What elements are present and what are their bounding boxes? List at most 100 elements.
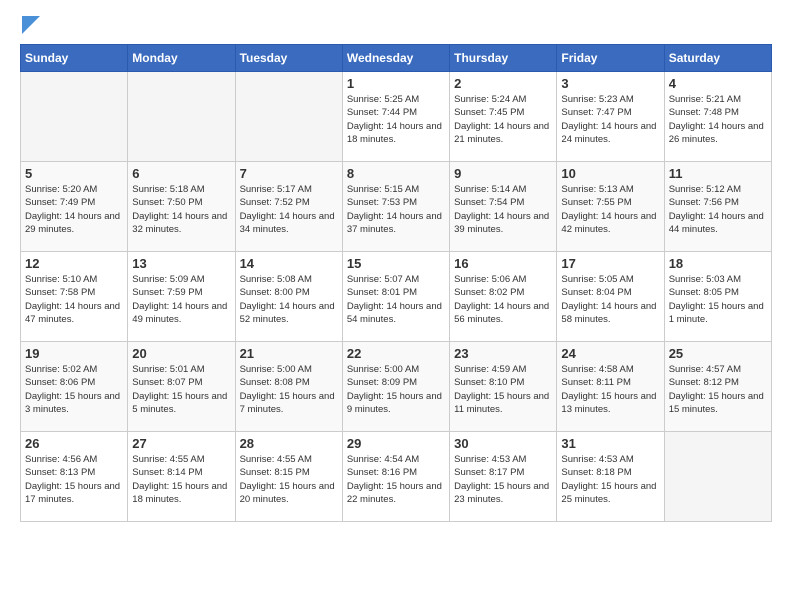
week-row-3: 12 Sunrise: 5:10 AMSunset: 7:58 PMDaylig…: [21, 252, 772, 342]
day-info: Sunrise: 4:58 AMSunset: 8:11 PMDaylight:…: [561, 363, 659, 416]
day-info: Sunrise: 5:02 AMSunset: 8:06 PMDaylight:…: [25, 363, 123, 416]
header-cell-sunday: Sunday: [21, 45, 128, 72]
day-number: 19: [25, 346, 123, 361]
day-number: 23: [454, 346, 552, 361]
day-cell: 16 Sunrise: 5:06 AMSunset: 8:02 PMDaylig…: [450, 252, 557, 342]
header-cell-tuesday: Tuesday: [235, 45, 342, 72]
logo: [20, 20, 40, 34]
day-cell: 5 Sunrise: 5:20 AMSunset: 7:49 PMDayligh…: [21, 162, 128, 252]
logo-icon: [22, 16, 40, 34]
day-info: Sunrise: 5:17 AMSunset: 7:52 PMDaylight:…: [240, 183, 338, 236]
day-info: Sunrise: 5:10 AMSunset: 7:58 PMDaylight:…: [25, 273, 123, 326]
day-cell: 15 Sunrise: 5:07 AMSunset: 8:01 PMDaylig…: [342, 252, 449, 342]
week-row-4: 19 Sunrise: 5:02 AMSunset: 8:06 PMDaylig…: [21, 342, 772, 432]
day-info: Sunrise: 5:14 AMSunset: 7:54 PMDaylight:…: [454, 183, 552, 236]
day-number: 16: [454, 256, 552, 271]
day-number: 27: [132, 436, 230, 451]
day-number: 9: [454, 166, 552, 181]
day-info: Sunrise: 5:00 AMSunset: 8:08 PMDaylight:…: [240, 363, 338, 416]
day-info: Sunrise: 4:57 AMSunset: 8:12 PMDaylight:…: [669, 363, 767, 416]
day-cell: 9 Sunrise: 5:14 AMSunset: 7:54 PMDayligh…: [450, 162, 557, 252]
day-info: Sunrise: 5:09 AMSunset: 7:59 PMDaylight:…: [132, 273, 230, 326]
header-cell-thursday: Thursday: [450, 45, 557, 72]
day-info: Sunrise: 4:55 AMSunset: 8:14 PMDaylight:…: [132, 453, 230, 506]
day-number: 21: [240, 346, 338, 361]
day-cell: 24 Sunrise: 4:58 AMSunset: 8:11 PMDaylig…: [557, 342, 664, 432]
day-info: Sunrise: 5:03 AMSunset: 8:05 PMDaylight:…: [669, 273, 767, 326]
day-info: Sunrise: 5:24 AMSunset: 7:45 PMDaylight:…: [454, 93, 552, 146]
day-info: Sunrise: 5:05 AMSunset: 8:04 PMDaylight:…: [561, 273, 659, 326]
day-number: 7: [240, 166, 338, 181]
day-info: Sunrise: 4:53 AMSunset: 8:17 PMDaylight:…: [454, 453, 552, 506]
day-number: 10: [561, 166, 659, 181]
header-row: SundayMondayTuesdayWednesdayThursdayFrid…: [21, 45, 772, 72]
day-cell: [21, 72, 128, 162]
day-info: Sunrise: 4:54 AMSunset: 8:16 PMDaylight:…: [347, 453, 445, 506]
day-number: 24: [561, 346, 659, 361]
day-info: Sunrise: 4:59 AMSunset: 8:10 PMDaylight:…: [454, 363, 552, 416]
day-info: Sunrise: 5:18 AMSunset: 7:50 PMDaylight:…: [132, 183, 230, 236]
calendar-table: SundayMondayTuesdayWednesdayThursdayFrid…: [20, 44, 772, 522]
header-cell-saturday: Saturday: [664, 45, 771, 72]
day-cell: 30 Sunrise: 4:53 AMSunset: 8:17 PMDaylig…: [450, 432, 557, 522]
day-cell: 28 Sunrise: 4:55 AMSunset: 8:15 PMDaylig…: [235, 432, 342, 522]
day-info: Sunrise: 4:53 AMSunset: 8:18 PMDaylight:…: [561, 453, 659, 506]
day-number: 26: [25, 436, 123, 451]
day-info: Sunrise: 5:00 AMSunset: 8:09 PMDaylight:…: [347, 363, 445, 416]
day-info: Sunrise: 5:07 AMSunset: 8:01 PMDaylight:…: [347, 273, 445, 326]
day-number: 22: [347, 346, 445, 361]
day-cell: 18 Sunrise: 5:03 AMSunset: 8:05 PMDaylig…: [664, 252, 771, 342]
header-cell-friday: Friday: [557, 45, 664, 72]
day-cell: [235, 72, 342, 162]
day-cell: [128, 72, 235, 162]
day-number: 28: [240, 436, 338, 451]
day-cell: 8 Sunrise: 5:15 AMSunset: 7:53 PMDayligh…: [342, 162, 449, 252]
day-number: 15: [347, 256, 445, 271]
day-cell: 25 Sunrise: 4:57 AMSunset: 8:12 PMDaylig…: [664, 342, 771, 432]
day-cell: 7 Sunrise: 5:17 AMSunset: 7:52 PMDayligh…: [235, 162, 342, 252]
day-cell: 13 Sunrise: 5:09 AMSunset: 7:59 PMDaylig…: [128, 252, 235, 342]
day-info: Sunrise: 5:20 AMSunset: 7:49 PMDaylight:…: [25, 183, 123, 236]
day-number: 14: [240, 256, 338, 271]
day-number: 6: [132, 166, 230, 181]
day-cell: 4 Sunrise: 5:21 AMSunset: 7:48 PMDayligh…: [664, 72, 771, 162]
day-number: 11: [669, 166, 767, 181]
day-number: 18: [669, 256, 767, 271]
day-cell: 22 Sunrise: 5:00 AMSunset: 8:09 PMDaylig…: [342, 342, 449, 432]
day-number: 1: [347, 76, 445, 91]
day-info: Sunrise: 5:23 AMSunset: 7:47 PMDaylight:…: [561, 93, 659, 146]
page-header: [20, 20, 772, 34]
header-cell-monday: Monday: [128, 45, 235, 72]
day-info: Sunrise: 5:12 AMSunset: 7:56 PMDaylight:…: [669, 183, 767, 236]
day-cell: [664, 432, 771, 522]
day-info: Sunrise: 5:25 AMSunset: 7:44 PMDaylight:…: [347, 93, 445, 146]
day-info: Sunrise: 5:13 AMSunset: 7:55 PMDaylight:…: [561, 183, 659, 236]
day-cell: 29 Sunrise: 4:54 AMSunset: 8:16 PMDaylig…: [342, 432, 449, 522]
day-info: Sunrise: 5:15 AMSunset: 7:53 PMDaylight:…: [347, 183, 445, 236]
day-cell: 3 Sunrise: 5:23 AMSunset: 7:47 PMDayligh…: [557, 72, 664, 162]
day-info: Sunrise: 4:55 AMSunset: 8:15 PMDaylight:…: [240, 453, 338, 506]
day-number: 29: [347, 436, 445, 451]
day-cell: 19 Sunrise: 5:02 AMSunset: 8:06 PMDaylig…: [21, 342, 128, 432]
day-number: 12: [25, 256, 123, 271]
week-row-2: 5 Sunrise: 5:20 AMSunset: 7:49 PMDayligh…: [21, 162, 772, 252]
day-cell: 11 Sunrise: 5:12 AMSunset: 7:56 PMDaylig…: [664, 162, 771, 252]
day-number: 8: [347, 166, 445, 181]
day-number: 17: [561, 256, 659, 271]
day-cell: 6 Sunrise: 5:18 AMSunset: 7:50 PMDayligh…: [128, 162, 235, 252]
day-cell: 31 Sunrise: 4:53 AMSunset: 8:18 PMDaylig…: [557, 432, 664, 522]
day-cell: 2 Sunrise: 5:24 AMSunset: 7:45 PMDayligh…: [450, 72, 557, 162]
day-cell: 26 Sunrise: 4:56 AMSunset: 8:13 PMDaylig…: [21, 432, 128, 522]
day-cell: 12 Sunrise: 5:10 AMSunset: 7:58 PMDaylig…: [21, 252, 128, 342]
day-number: 3: [561, 76, 659, 91]
day-number: 4: [669, 76, 767, 91]
day-info: Sunrise: 4:56 AMSunset: 8:13 PMDaylight:…: [25, 453, 123, 506]
day-info: Sunrise: 5:08 AMSunset: 8:00 PMDaylight:…: [240, 273, 338, 326]
day-cell: 14 Sunrise: 5:08 AMSunset: 8:00 PMDaylig…: [235, 252, 342, 342]
day-number: 5: [25, 166, 123, 181]
day-cell: 17 Sunrise: 5:05 AMSunset: 8:04 PMDaylig…: [557, 252, 664, 342]
day-cell: 10 Sunrise: 5:13 AMSunset: 7:55 PMDaylig…: [557, 162, 664, 252]
header-cell-wednesday: Wednesday: [342, 45, 449, 72]
day-number: 20: [132, 346, 230, 361]
day-info: Sunrise: 5:06 AMSunset: 8:02 PMDaylight:…: [454, 273, 552, 326]
